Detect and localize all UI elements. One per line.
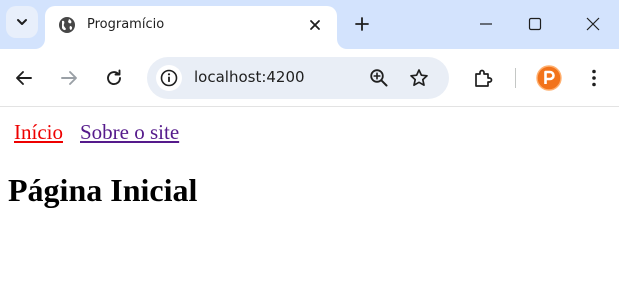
browser-menu-button[interactable] bbox=[582, 65, 606, 91]
close-icon bbox=[310, 20, 320, 30]
tab-strip: Programício bbox=[0, 0, 619, 49]
more-vertical-icon bbox=[592, 69, 596, 87]
reload-icon bbox=[107, 69, 121, 86]
toolbar-separator bbox=[515, 68, 516, 88]
maximize-button[interactable] bbox=[515, 8, 555, 40]
back-button[interactable] bbox=[11, 65, 37, 91]
window-close-button[interactable] bbox=[573, 8, 613, 40]
page-content: Início Sobre o site Página Inicial bbox=[0, 108, 619, 287]
tab-close-button[interactable] bbox=[303, 13, 327, 37]
new-tab-button[interactable] bbox=[350, 12, 374, 36]
forward-button[interactable] bbox=[56, 65, 82, 91]
zoom-button[interactable] bbox=[367, 66, 391, 90]
info-icon bbox=[160, 69, 178, 87]
plus-icon bbox=[355, 17, 369, 31]
zoom-in-icon bbox=[370, 69, 388, 87]
close-icon bbox=[586, 17, 600, 31]
extensions-button[interactable] bbox=[470, 65, 496, 91]
globe-icon bbox=[59, 17, 75, 33]
minimize-button[interactable] bbox=[466, 8, 506, 40]
home-link[interactable]: Início bbox=[14, 120, 63, 145]
chevron-down-icon bbox=[17, 19, 27, 25]
url-text[interactable]: localhost:4200 bbox=[194, 68, 305, 86]
browser-toolbar: localhost:4200 bbox=[0, 49, 619, 107]
active-tab[interactable]: Programício bbox=[45, 6, 337, 49]
star-icon bbox=[410, 69, 428, 87]
site-info-button[interactable] bbox=[156, 65, 182, 91]
profile-avatar-icon bbox=[536, 65, 562, 91]
page-heading: Página Inicial bbox=[8, 172, 198, 208]
profile-button[interactable] bbox=[536, 65, 562, 91]
minimize-icon bbox=[480, 23, 492, 25]
maximize-icon bbox=[528, 17, 542, 31]
bookmark-button[interactable] bbox=[407, 66, 431, 90]
arrow-right-icon bbox=[61, 71, 77, 85]
reload-button[interactable] bbox=[101, 65, 127, 91]
address-bar[interactable]: localhost:4200 bbox=[147, 57, 449, 99]
puzzle-icon bbox=[475, 69, 493, 87]
arrow-left-icon bbox=[16, 71, 32, 85]
tab-search-button[interactable] bbox=[6, 6, 38, 38]
about-link[interactable]: Sobre o site bbox=[80, 120, 179, 145]
tab-title: Programício bbox=[87, 17, 165, 32]
